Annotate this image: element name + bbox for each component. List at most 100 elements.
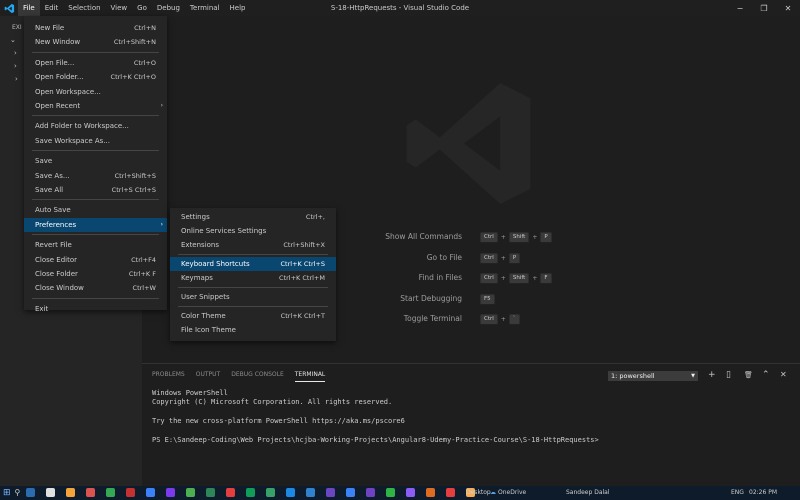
close-window-button[interactable]: ✕ xyxy=(776,0,800,16)
taskbar-app-icon[interactable] xyxy=(186,488,196,497)
tab-output[interactable]: OUTPUT xyxy=(196,370,220,382)
chevron-right-icon[interactable]: › xyxy=(15,75,18,83)
menu-selection[interactable]: Selection xyxy=(63,0,105,16)
explorer-header: EXI xyxy=(12,24,22,31)
taskbar-app-icon[interactable] xyxy=(166,488,176,497)
menu-item-preferences[interactable]: Preferences › xyxy=(24,217,167,232)
taskbar-app-icon[interactable] xyxy=(346,488,356,497)
taskbar-app-icon[interactable] xyxy=(386,488,396,497)
taskbar-app-icon[interactable] xyxy=(46,488,56,497)
menu-view[interactable]: View xyxy=(106,0,133,16)
menu-item-new-window[interactable]: New Window Ctrl+Shift+N xyxy=(24,35,167,49)
language-indicator[interactable]: ENG xyxy=(731,486,744,500)
menu-debug[interactable]: Debug xyxy=(152,0,185,16)
menu-item-exit[interactable]: Exit xyxy=(24,302,167,316)
menu-item-close-window[interactable]: Close Window Ctrl+W xyxy=(24,281,167,295)
maximize-panel-icon[interactable]: ⌃ xyxy=(762,370,770,380)
menu-item-settings[interactable]: Settings Ctrl+, xyxy=(170,210,336,224)
trash-icon[interactable]: 🗑 xyxy=(744,370,753,380)
split-terminal-icon[interactable]: ▯ xyxy=(726,370,731,380)
tab-terminal[interactable]: TERMINAL xyxy=(294,370,326,382)
taskbar-app-icon[interactable] xyxy=(326,488,336,497)
shortcut-label: Toggle Terminal xyxy=(403,314,462,323)
menu-go[interactable]: Go xyxy=(132,0,152,16)
taskbar-app-icon[interactable] xyxy=(306,488,316,497)
menu-item-label: Save Workspace As... xyxy=(35,136,111,145)
close-panel-icon[interactable]: ✕ xyxy=(780,370,787,380)
menu-item-save-all[interactable]: Save All Ctrl+S Ctrl+S xyxy=(24,183,167,197)
taskbar-app-icon[interactable] xyxy=(86,488,96,497)
menu-item-color-theme[interactable]: Color Theme Ctrl+K Ctrl+T xyxy=(170,309,336,323)
menu-item-file-icon-theme[interactable]: File Icon Theme xyxy=(170,323,336,337)
taskbar-app-icon[interactable] xyxy=(246,488,256,497)
cloud-icon: ☁ xyxy=(490,489,496,496)
menu-item-user-snippets[interactable]: User Snippets xyxy=(170,290,336,304)
clock[interactable]: 02:26 PM xyxy=(749,486,777,500)
terminal-selector[interactable]: 1: powershell ▼ xyxy=(608,371,698,381)
new-terminal-icon[interactable]: + xyxy=(708,370,716,380)
preferences-submenu: Settings Ctrl+, Online Services Settings Ex… xyxy=(170,208,336,341)
menu-item-label: Close Window xyxy=(35,284,84,293)
tab-problems[interactable]: PROBLEMS xyxy=(152,370,185,382)
menu-item-keymaps[interactable]: Keymaps Ctrl+K Ctrl+M xyxy=(170,271,336,285)
taskbar-app-icon[interactable] xyxy=(226,488,236,497)
menu-item-label: New File xyxy=(35,24,65,32)
menu-item-save-workspace-as[interactable]: Save Workspace As... xyxy=(24,134,167,148)
desktop-label[interactable]: Desktop xyxy=(466,486,491,500)
menu-item-close-folder[interactable]: Close Folder Ctrl+K F xyxy=(24,267,167,281)
user-label[interactable]: Sandeep Dalal xyxy=(566,486,610,500)
menu-item-extensions[interactable]: Extensions Ctrl+Shift+X xyxy=(170,238,336,252)
maximize-button[interactable]: ❐ xyxy=(752,0,776,16)
key-cap: Ctrl xyxy=(480,314,498,325)
terminal-output[interactable]: Windows PowerShell Copyright (C) Microsof… xyxy=(152,389,599,445)
menu-item-keyboard-shortcuts[interactable]: Keyboard Shortcuts Ctrl+K Ctrl+S xyxy=(170,257,336,271)
chevron-down-icon[interactable]: ⌄ xyxy=(10,36,16,44)
taskbar-app-icon[interactable] xyxy=(26,488,36,497)
menu-item-new-file[interactable]: New File Ctrl+N xyxy=(24,21,167,35)
key-cap: Ctrl xyxy=(480,273,498,284)
taskbar-app-icon[interactable] xyxy=(286,488,296,497)
menu-item-open-file[interactable]: Open File... Ctrl+O xyxy=(24,56,167,70)
menu-item-shortcut: Ctrl+, xyxy=(305,213,325,221)
taskbar-app-icon[interactable] xyxy=(126,488,136,497)
chevron-right-icon[interactable]: › xyxy=(14,49,17,57)
shortcut-toggle-terminal: Toggle Terminal Ctrl + ` xyxy=(330,313,630,325)
taskbar-app-icon[interactable] xyxy=(446,488,456,497)
terminal-line: Windows PowerShell xyxy=(152,389,228,397)
taskbar-app-icon[interactable] xyxy=(106,488,116,497)
menu-item-open-folder[interactable]: Open Folder... Ctrl+K Ctrl+O xyxy=(24,70,167,84)
menu-item-open-recent[interactable]: Open Recent › xyxy=(24,99,167,113)
onedrive-label[interactable]: OneDrive xyxy=(498,486,526,500)
menu-item-online-services-settings[interactable]: Online Services Settings xyxy=(170,224,336,238)
menu-item-revert-file[interactable]: Revert File xyxy=(24,238,167,252)
plus-sign: + xyxy=(532,234,538,241)
taskbar-icons: ⊞ ⚲ xyxy=(3,488,483,498)
menu-help[interactable]: Help xyxy=(225,0,251,16)
taskbar-app-icon[interactable] xyxy=(426,488,436,497)
menu-item-close-editor[interactable]: Close Editor Ctrl+F4 xyxy=(24,253,167,267)
taskbar-app-icon[interactable] xyxy=(406,488,416,497)
minimize-button[interactable]: − xyxy=(728,0,752,16)
menu-separator xyxy=(32,51,159,53)
menu-edit[interactable]: Edit xyxy=(40,0,64,16)
taskbar-app-icon[interactable] xyxy=(206,488,216,497)
menu-item-open-workspace[interactable]: Open Workspace... xyxy=(24,85,167,99)
key-cap: Shift xyxy=(508,273,530,284)
search-icon[interactable]: ⚲ xyxy=(15,488,21,498)
menu-item-save-as[interactable]: Save As... Ctrl+Shift+S xyxy=(24,169,167,183)
menu-file[interactable]: File xyxy=(18,0,40,16)
taskbar-app-icon[interactable] xyxy=(66,488,76,497)
taskbar-app-icon[interactable] xyxy=(366,488,376,497)
taskbar-app-icon[interactable] xyxy=(146,488,156,497)
chevron-right-icon[interactable]: › xyxy=(14,62,17,70)
menu-item-shortcut: Ctrl+K F xyxy=(128,270,156,278)
windows-start-icon[interactable]: ⊞ xyxy=(3,488,11,498)
tab-debug-console[interactable]: DEBUG CONSOLE xyxy=(231,370,284,382)
menu-terminal[interactable]: Terminal xyxy=(185,0,225,16)
menu-item-save[interactable]: Save xyxy=(24,154,167,168)
menu-item-label: Close Folder xyxy=(35,270,78,278)
menu-item-label: Open File... xyxy=(35,58,75,67)
menu-item-auto-save[interactable]: Auto Save xyxy=(24,203,167,217)
taskbar-app-icon[interactable] xyxy=(266,488,276,497)
menu-item-add-folder-to-workspace[interactable]: Add Folder to Workspace... xyxy=(24,119,167,133)
